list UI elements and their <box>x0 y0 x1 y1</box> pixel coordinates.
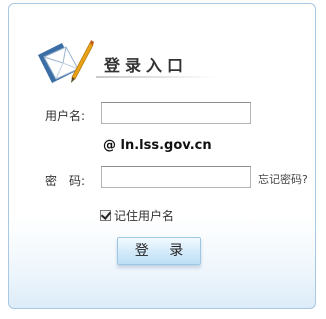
remember-username-option[interactable]: 记住用户名 <box>100 207 174 224</box>
domain-suffix: @ ln.lss.gov.cn <box>103 138 212 153</box>
remember-username-checkbox[interactable] <box>100 210 111 221</box>
title-divider <box>96 76 216 78</box>
login-button[interactable]: 登 录 <box>117 237 201 265</box>
page-title: 登录入口 <box>104 56 189 75</box>
forgot-password-link[interactable]: 忘记密码? <box>258 171 308 187</box>
password-input[interactable] <box>101 166 251 188</box>
username-input[interactable] <box>101 102 251 124</box>
password-label: 密 码: <box>45 174 86 188</box>
username-label: 用户名: <box>45 109 86 123</box>
envelope-pen-icon <box>38 40 94 83</box>
remember-username-label: 记住用户名 <box>114 209 175 223</box>
